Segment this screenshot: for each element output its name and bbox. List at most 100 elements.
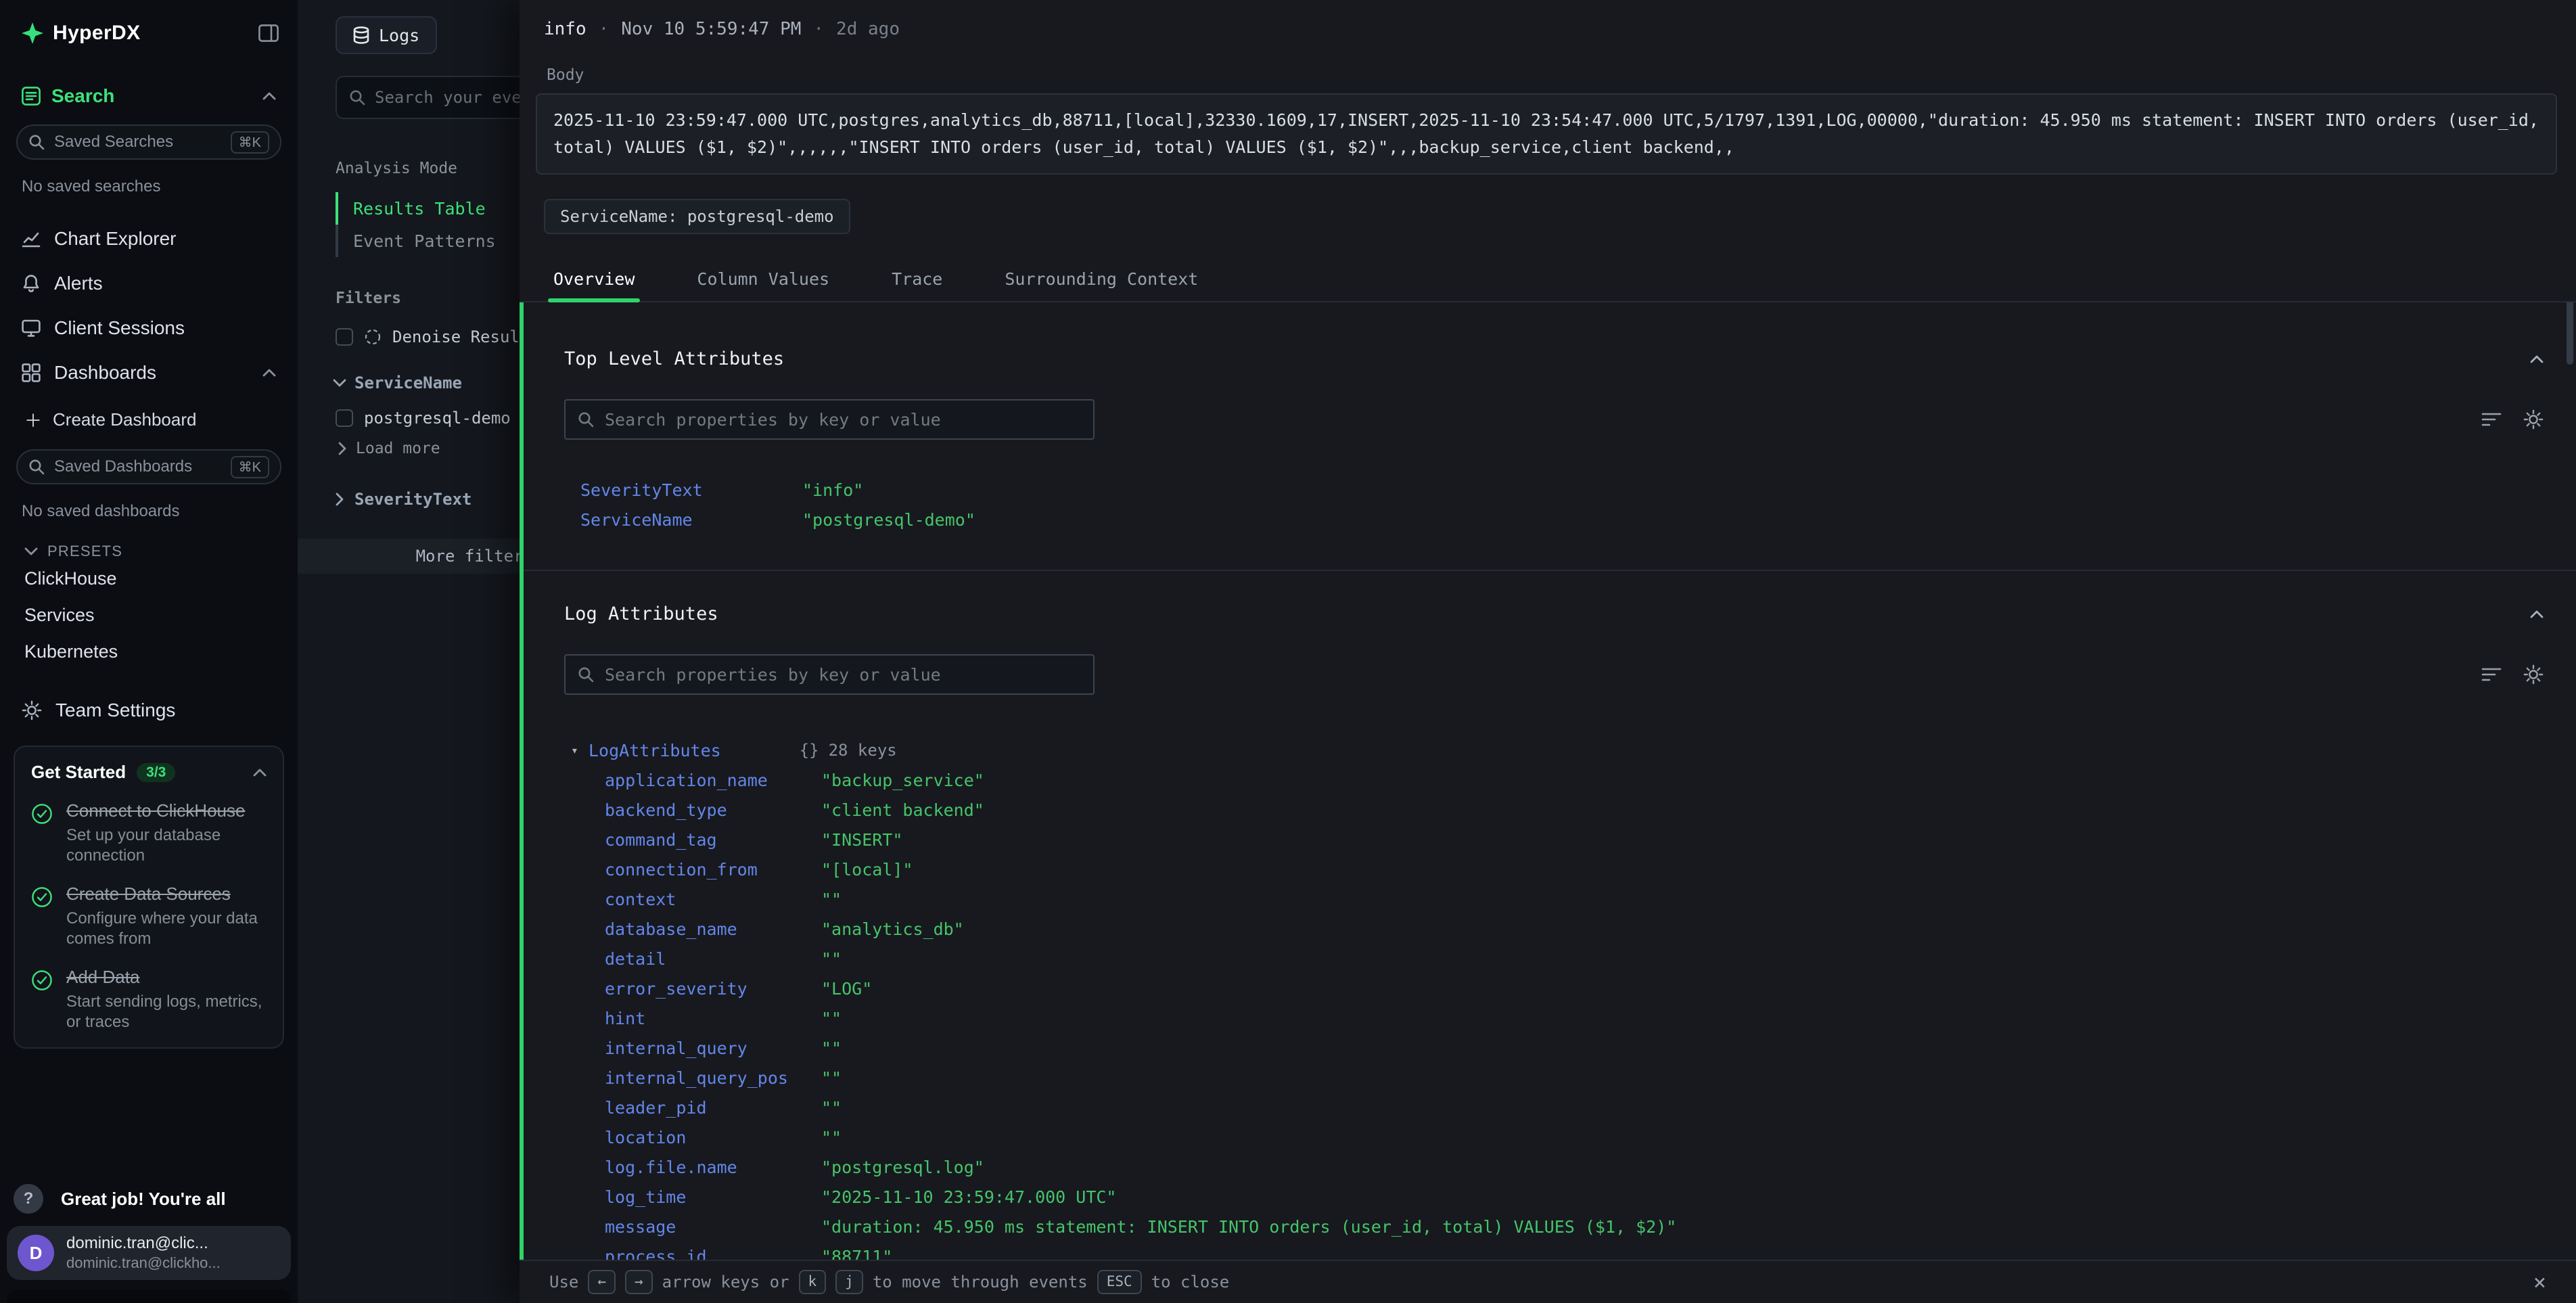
chevron-up-icon[interactable] <box>253 769 267 777</box>
attribute-key[interactable]: backend_type <box>605 800 821 820</box>
attribute-key[interactable]: log_time <box>605 1187 821 1207</box>
sidebar-collapse-icon[interactable] <box>258 24 279 42</box>
attribute-key[interactable]: context <box>605 890 821 909</box>
caret-down-icon: ▾ <box>571 744 589 758</box>
gear-icon[interactable] <box>2523 409 2544 430</box>
panel-footer: Use ← → arrow keys or k j to move throug… <box>520 1260 2576 1303</box>
attribute-value[interactable]: "" <box>821 1068 842 1088</box>
log-attributes-tree-root[interactable]: ▾ LogAttributes {} 28 keys <box>564 735 2544 765</box>
list-options-icon[interactable] <box>2481 666 2502 683</box>
attribute-key[interactable]: connection_from <box>605 860 821 879</box>
database-icon <box>353 26 369 44</box>
log-attributes-search-input[interactable]: Search properties by key or value <box>564 654 1095 695</box>
tab-column-values[interactable]: Column Values <box>697 258 829 301</box>
attribute-key[interactable]: process_id <box>605 1247 821 1260</box>
kbd-arrow-right: → <box>625 1270 653 1294</box>
attribute-key[interactable]: hint <box>605 1009 821 1028</box>
attribute-key[interactable]: database_name <box>605 919 821 939</box>
tree-root-label[interactable]: LogAttributes <box>589 741 721 760</box>
attribute-key[interactable]: ServiceName <box>580 510 802 530</box>
sidebar-item-search[interactable]: Search <box>0 85 298 107</box>
attribute-value[interactable]: "analytics_db" <box>821 919 964 939</box>
tab-surrounding-context[interactable]: Surrounding Context <box>1005 258 1198 301</box>
presets-toggle[interactable]: PRESETS <box>0 543 298 560</box>
sidebar-preset-item[interactable]: ClickHouse <box>0 560 298 597</box>
shortcut-badge: ⌘K <box>231 456 269 478</box>
attribute-key[interactable]: location <box>605 1128 821 1147</box>
sidebar-preset-item[interactable]: Services <box>0 597 298 633</box>
attribute-value[interactable]: "duration: 45.950 ms statement: INSERT I… <box>821 1217 1676 1237</box>
attribute-key[interactable]: leader_pid <box>605 1098 821 1118</box>
attribute-value[interactable]: "" <box>821 1098 842 1118</box>
tab-overview[interactable]: Overview <box>553 258 635 301</box>
attribute-key[interactable]: error_severity <box>605 979 821 999</box>
attribute-key[interactable]: internal_query_pos <box>605 1068 821 1088</box>
get-started-item[interactable]: Create Data Sources Configure where your… <box>31 884 267 949</box>
close-icon[interactable]: × <box>2533 1269 2546 1295</box>
saved-searches-input[interactable]: Saved Searches ⌘K <box>16 124 281 160</box>
search-icon <box>28 459 45 475</box>
chevron-down-icon <box>24 547 38 555</box>
check-circle-icon <box>31 803 53 866</box>
attribute-value[interactable]: "postgresql-demo" <box>802 510 975 530</box>
check-circle-icon <box>31 969 53 1032</box>
sidebar-item-team-settings[interactable]: Team Settings <box>0 700 298 721</box>
collapse-section-icon[interactable] <box>2530 610 2544 618</box>
sidebar-preset-item[interactable]: Kubernetes <box>0 633 298 670</box>
get-started-item[interactable]: Connect to ClickHouse Set up your databa… <box>31 800 267 866</box>
great-job-row: ? Great job! You're all <box>0 1184 298 1214</box>
attribute-value[interactable]: "" <box>821 890 842 909</box>
kbd-esc: ESC <box>1097 1270 1142 1294</box>
attribute-key[interactable]: message <box>605 1217 821 1237</box>
attribute-value[interactable]: "2025-11-10 23:59:47.000 UTC" <box>821 1187 1117 1207</box>
event-timestamp: Nov 10 5:59:47 PM <box>621 19 801 39</box>
attribute-key[interactable]: internal_query <box>605 1038 821 1058</box>
tab-trace[interactable]: Trace <box>892 258 942 301</box>
attribute-value[interactable]: "LOG" <box>821 979 872 999</box>
sidebar-item-alerts[interactable]: Alerts <box>0 261 298 306</box>
attribute-key[interactable]: command_tag <box>605 830 821 850</box>
attribute-value[interactable]: "" <box>821 1038 842 1058</box>
list-options-icon[interactable] <box>2481 411 2502 428</box>
attribute-value[interactable]: "" <box>821 1128 842 1147</box>
gear-icon[interactable] <box>2523 664 2544 685</box>
collapse-section-icon[interactable] <box>2530 355 2544 363</box>
attribute-key[interactable]: detail <box>605 949 821 969</box>
attribute-value[interactable]: "client backend" <box>821 800 984 820</box>
no-saved-searches-text: No saved searches <box>0 177 298 196</box>
attribute-key[interactable]: application_name <box>605 771 821 790</box>
sidebar-header: HyperDX <box>0 0 298 45</box>
attribute-value[interactable]: "info" <box>802 480 863 500</box>
attribute-value[interactable]: "" <box>821 1009 842 1028</box>
saved-dashboards-input[interactable]: Saved Dashboards ⌘K <box>16 449 281 484</box>
attribute-row: leader_pid "" <box>564 1093 2544 1122</box>
sidebar-item-dashboards[interactable]: Dashboards <box>0 350 298 395</box>
get-started-item[interactable]: Add Data Start sending logs, metrics, or… <box>31 967 267 1032</box>
attribute-key[interactable]: SeverityText <box>580 480 802 500</box>
sidebar-item-client-sessions[interactable]: Client Sessions <box>0 306 298 350</box>
scrollbar-thumb[interactable] <box>2567 302 2573 365</box>
help-icon[interactable]: ? <box>14 1184 43 1214</box>
preset-label: Services <box>24 605 95 626</box>
check-circle-icon <box>31 886 53 949</box>
attribute-value[interactable]: "postgresql.log" <box>821 1158 984 1177</box>
user-menu[interactable]: D dominic.tran@clic... dominic.tran@clic… <box>7 1226 291 1280</box>
attribute-value[interactable]: "INSERT" <box>821 830 902 850</box>
search-section-label: Search <box>51 85 114 107</box>
sidebar-overflow-card <box>7 1289 291 1303</box>
attribute-value[interactable]: "[local]" <box>821 860 913 879</box>
attribute-key[interactable]: log.file.name <box>605 1158 821 1177</box>
filter-checkbox[interactable] <box>336 409 353 427</box>
denoise-checkbox[interactable] <box>336 328 353 346</box>
top-attributes-search-input[interactable]: Search properties by key or value <box>564 399 1095 440</box>
attribute-value[interactable]: "backup_service" <box>821 771 984 790</box>
bell-icon <box>22 274 41 293</box>
source-selector[interactable]: Logs <box>336 16 437 54</box>
event-body[interactable]: 2025-11-10 23:59:47.000 UTC,postgres,ana… <box>536 93 2557 175</box>
attribute-value[interactable]: "" <box>821 949 842 969</box>
service-name-chip[interactable]: ServiceName: postgresql-demo <box>544 199 850 234</box>
attribute-row: SeverityText "info" <box>564 475 2544 505</box>
attribute-value[interactable]: "88711" <box>821 1247 892 1260</box>
create-dashboard-button[interactable]: ＋ Create Dashboard <box>0 401 298 438</box>
sidebar-item-chart-explorer[interactable]: Chart Explorer <box>0 216 298 261</box>
